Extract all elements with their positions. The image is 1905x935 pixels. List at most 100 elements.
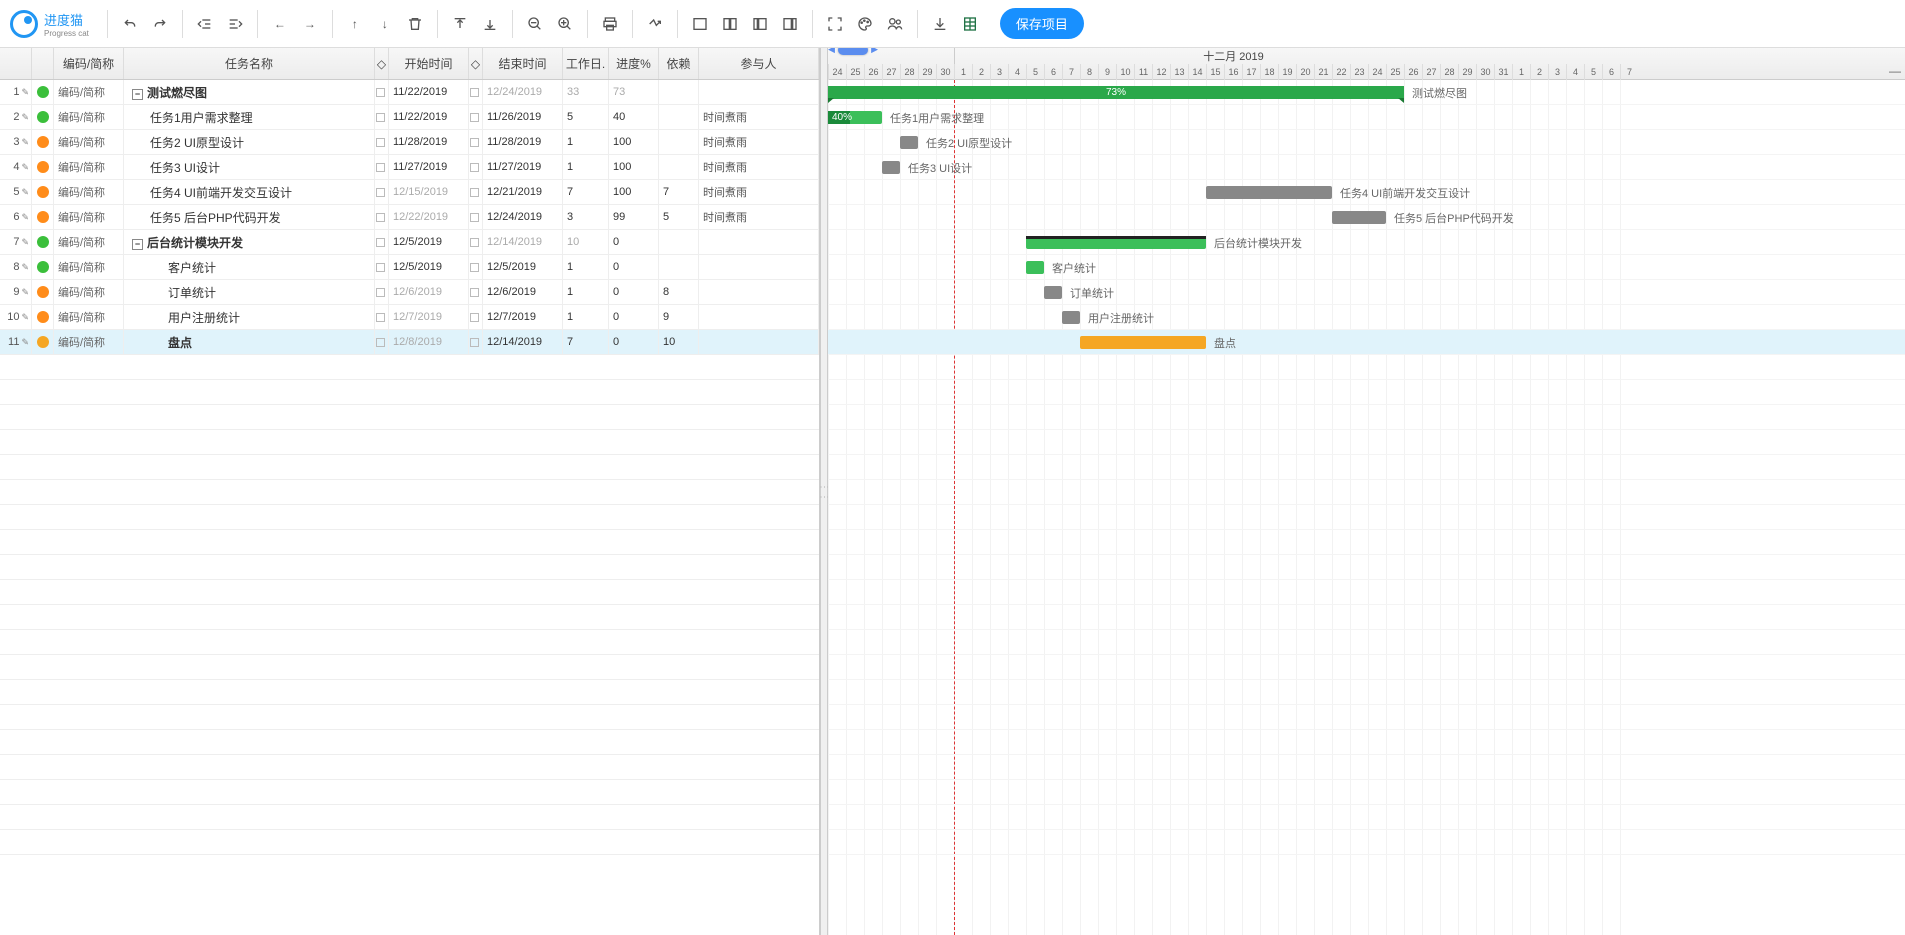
- row-name[interactable]: −后台统计模块开发: [124, 230, 375, 254]
- save-button[interactable]: 保存项目: [1000, 8, 1084, 39]
- grid-row[interactable]: 11✎编码/简称盘点12/8/201912/14/20197010: [0, 330, 819, 355]
- row-progress[interactable]: 73: [609, 80, 659, 104]
- row-name[interactable]: 盘点: [124, 330, 375, 354]
- move-left-icon[interactable]: ←: [268, 12, 292, 36]
- row-diamond1[interactable]: [375, 280, 389, 304]
- row-diamond2[interactable]: [469, 255, 483, 279]
- gantt-bar[interactable]: 73%测试燃尽图: [828, 86, 1404, 99]
- row-progress[interactable]: 100: [609, 180, 659, 204]
- timeline-day[interactable]: 2: [972, 64, 990, 80]
- row-status[interactable]: [32, 305, 54, 329]
- timeline-day[interactable]: 29: [918, 64, 936, 80]
- row-status[interactable]: [32, 180, 54, 204]
- layout-4-icon[interactable]: [778, 12, 802, 36]
- row-progress[interactable]: 0: [609, 230, 659, 254]
- print-icon[interactable]: [598, 12, 622, 36]
- row-code[interactable]: 编码/简称: [54, 105, 124, 129]
- undo-icon[interactable]: [118, 12, 142, 36]
- timeline-day[interactable]: 24: [1368, 64, 1386, 80]
- download-icon[interactable]: [928, 12, 952, 36]
- row-code[interactable]: 编码/简称: [54, 155, 124, 179]
- grid-row[interactable]: 5✎编码/简称任务4 UI前端开发交互设计12/15/201912/21/201…: [0, 180, 819, 205]
- row-diamond2[interactable]: [469, 230, 483, 254]
- row-diamond2[interactable]: [469, 205, 483, 229]
- timeline-day[interactable]: 30: [936, 64, 954, 80]
- timeline-day[interactable]: 5: [1026, 64, 1044, 80]
- row-diamond1[interactable]: [375, 205, 389, 229]
- gantt-bar[interactable]: 任务4 UI前端开发交互设计: [1206, 186, 1332, 199]
- row-days[interactable]: 7: [563, 330, 609, 354]
- timeline-day[interactable]: 8: [1080, 64, 1098, 80]
- col-dep[interactable]: 依赖: [659, 48, 699, 79]
- timeline-day[interactable]: 12: [1152, 64, 1170, 80]
- timeline-day[interactable]: 31: [1494, 64, 1512, 80]
- row-name[interactable]: −测试燃尽图: [124, 80, 375, 104]
- row-end[interactable]: 12/24/2019: [483, 80, 563, 104]
- fullscreen-icon[interactable]: [823, 12, 847, 36]
- row-end[interactable]: 12/6/2019: [483, 280, 563, 304]
- row-start[interactable]: 12/5/2019: [389, 230, 469, 254]
- col-start[interactable]: 开始时间: [389, 48, 469, 79]
- timeline-day[interactable]: 16: [1224, 64, 1242, 80]
- row-progress[interactable]: 100: [609, 155, 659, 179]
- row-assign[interactable]: 时间煮雨: [699, 180, 819, 204]
- row-name[interactable]: 用户注册统计: [124, 305, 375, 329]
- row-code[interactable]: 编码/简称: [54, 330, 124, 354]
- row-end[interactable]: 12/24/2019: [483, 205, 563, 229]
- timeline-day[interactable]: 9: [1098, 64, 1116, 80]
- row-status[interactable]: [32, 255, 54, 279]
- row-code[interactable]: 编码/简称: [54, 130, 124, 154]
- timeline-day[interactable]: 13: [1170, 64, 1188, 80]
- zoom-out-icon[interactable]: [523, 12, 547, 36]
- row-days[interactable]: 5: [563, 105, 609, 129]
- row-status[interactable]: [32, 205, 54, 229]
- timeline-day[interactable]: 25: [1386, 64, 1404, 80]
- grid-row[interactable]: 1✎编码/简称−测试燃尽图11/22/201912/24/20193373: [0, 80, 819, 105]
- expand-icon[interactable]: [478, 12, 502, 36]
- row-diamond2[interactable]: [469, 155, 483, 179]
- row-dep[interactable]: [659, 105, 699, 129]
- grid-row[interactable]: 10✎编码/简称用户注册统计12/7/201912/7/2019109: [0, 305, 819, 330]
- col-code[interactable]: 编码/简称: [54, 48, 124, 79]
- timeline-day[interactable]: 27: [1422, 64, 1440, 80]
- row-diamond1[interactable]: [375, 180, 389, 204]
- timeline-day[interactable]: 21: [1314, 64, 1332, 80]
- row-assign[interactable]: [699, 255, 819, 279]
- row-diamond1[interactable]: [375, 330, 389, 354]
- row-status[interactable]: [32, 105, 54, 129]
- grid-row[interactable]: 6✎编码/简称任务5 后台PHP代码开发12/22/201912/24/2019…: [0, 205, 819, 230]
- move-down-icon[interactable]: ↓: [373, 12, 397, 36]
- row-dep[interactable]: [659, 230, 699, 254]
- row-end[interactable]: 12/7/2019: [483, 305, 563, 329]
- row-name[interactable]: 任务5 后台PHP代码开发: [124, 205, 375, 229]
- timeline-day[interactable]: 25: [846, 64, 864, 80]
- row-end[interactable]: 11/28/2019: [483, 130, 563, 154]
- row-progress[interactable]: 0: [609, 280, 659, 304]
- row-assign[interactable]: [699, 330, 819, 354]
- timeline-day[interactable]: 4: [1566, 64, 1584, 80]
- row-status[interactable]: [32, 330, 54, 354]
- row-status[interactable]: [32, 230, 54, 254]
- redo-icon[interactable]: [148, 12, 172, 36]
- row-code[interactable]: 编码/简称: [54, 305, 124, 329]
- row-assign[interactable]: [699, 280, 819, 304]
- row-status[interactable]: [32, 280, 54, 304]
- timeline-day[interactable]: 20: [1296, 64, 1314, 80]
- timeline-day[interactable]: 6: [1044, 64, 1062, 80]
- row-code[interactable]: 编码/简称: [54, 280, 124, 304]
- palette-icon[interactable]: [853, 12, 877, 36]
- timeline-day[interactable]: 28: [900, 64, 918, 80]
- layout-3-icon[interactable]: [748, 12, 772, 36]
- timeline-day[interactable]: 19: [1278, 64, 1296, 80]
- gantt-bar[interactable]: 任务3 UI设计: [882, 161, 900, 174]
- row-progress[interactable]: 40: [609, 105, 659, 129]
- timeline-day[interactable]: 18: [1260, 64, 1278, 80]
- row-progress[interactable]: 0: [609, 255, 659, 279]
- row-dep[interactable]: [659, 255, 699, 279]
- row-days[interactable]: 10: [563, 230, 609, 254]
- row-diamond2[interactable]: [469, 130, 483, 154]
- timeline-day[interactable]: 3: [1548, 64, 1566, 80]
- timeline-day[interactable]: 15: [1206, 64, 1224, 80]
- row-assign[interactable]: [699, 305, 819, 329]
- row-end[interactable]: 11/27/2019: [483, 155, 563, 179]
